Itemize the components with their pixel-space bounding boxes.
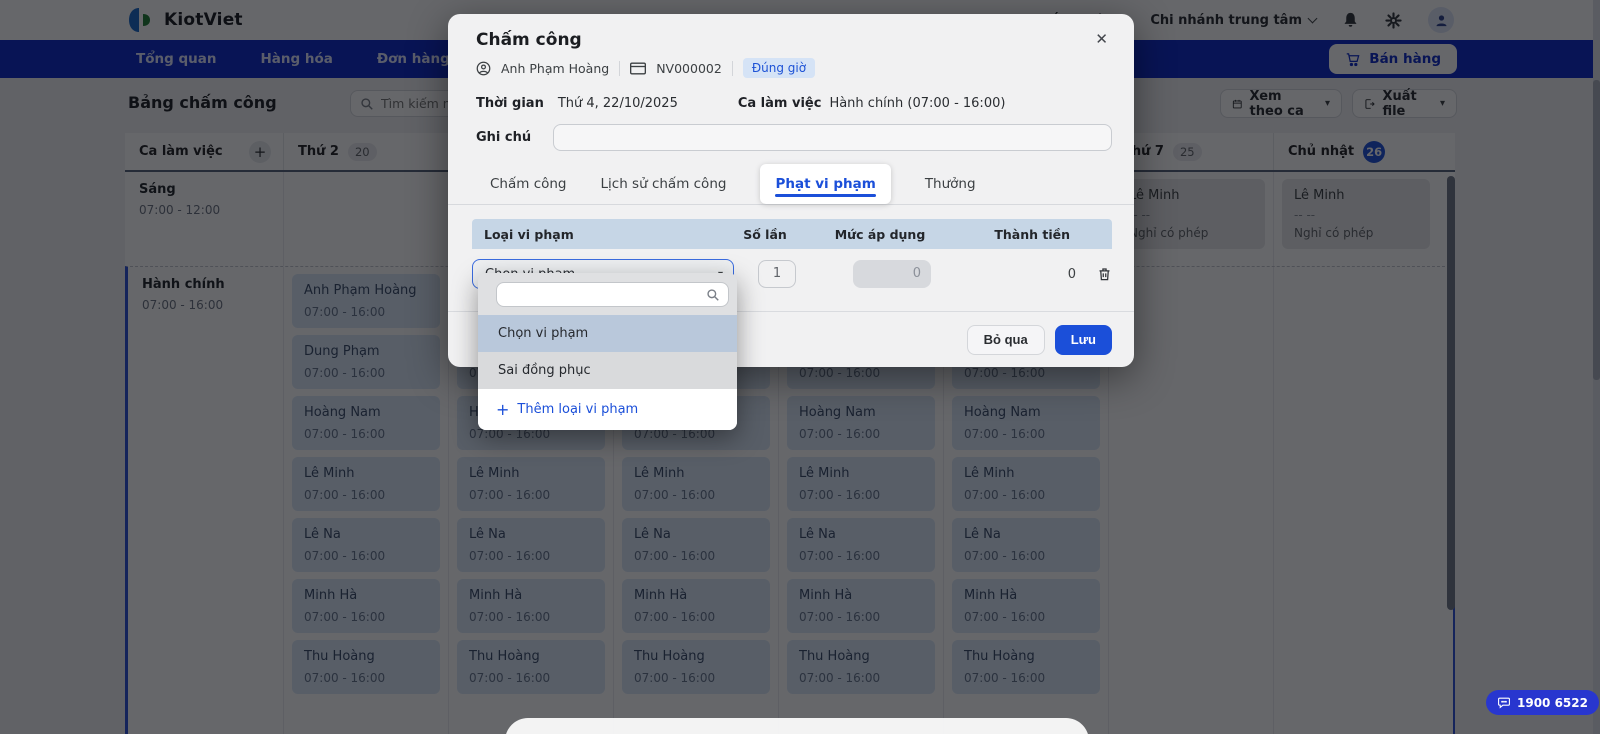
employee-name: Anh Phạm Hoàng [501, 60, 610, 76]
shift-label: Ca làm việc [737, 96, 822, 111]
violation-table-header: Loại vi phạm Số lần Mức áp dụng Thành ti… [472, 219, 1112, 249]
tab-4[interactable]: Thưởng [925, 176, 976, 192]
app-screen: KiotViet Tiếng Việt Chi nhánh trung tâm [0, 0, 1600, 734]
dropdown-search[interactable] [496, 282, 729, 307]
time-value: Thứ 4, 22/10/2025 [557, 96, 678, 111]
violation-total-value: 0 [1067, 266, 1076, 282]
support-phone-number: 1900 6522 [1517, 695, 1588, 710]
dropdown-option[interactable]: Sai đồng phục [478, 352, 737, 389]
shift-value: Hành chính (07:00 - 16:00) [829, 96, 1006, 111]
violation-rate-input[interactable]: 0 [853, 260, 931, 288]
tab-2[interactable]: Lịch sử chấm công [601, 176, 727, 192]
id-card-icon [630, 62, 647, 74]
add-violation-type-option[interactable]: + Thêm loại vi phạm [478, 389, 737, 430]
col-rate: Mức áp dụng [834, 226, 926, 242]
person-circle-icon [476, 61, 491, 75]
save-button[interactable]: Lưu [1054, 324, 1112, 355]
dropdown-option[interactable]: Chọn vi phạm [478, 315, 737, 352]
status-legend: Đúng giờĐi muộn / Về sớmChấm công thiếuC… [505, 718, 1089, 734]
dropdown-search-input[interactable] [505, 287, 706, 302]
divider [731, 60, 733, 76]
col-total: Thành tiền [994, 226, 1070, 242]
cancel-button[interactable]: Bỏ qua [966, 324, 1045, 355]
col-violation-type: Loại vi phạm [484, 226, 574, 242]
delete-row-button[interactable] [1082, 266, 1112, 282]
modal-tabs: Chấm công Lịch sử chấm công Phạt vi phạm Th… [448, 163, 1134, 205]
violation-dropdown-panel: Chọn vi phạm Sai đồng phục + Thêm loại vi… [478, 273, 737, 430]
chat-icon [1498, 697, 1510, 709]
status-badge: Đúng giờ [742, 58, 816, 78]
note-input[interactable] [553, 124, 1112, 151]
support-phone-badge[interactable]: 1900 6522 [1486, 690, 1599, 715]
modal-title: Chấm công [476, 30, 582, 50]
divider [619, 60, 621, 76]
tab-3[interactable]: Phạt vi phạm [760, 163, 891, 204]
search-icon [707, 288, 719, 301]
close-icon[interactable]: ✕ [1091, 30, 1112, 49]
employee-code: NV000002 [656, 60, 722, 76]
violation-count-input[interactable]: 1 [758, 260, 796, 288]
tab-1[interactable]: Chấm công [490, 176, 567, 192]
time-label: Thời gian [476, 96, 544, 111]
col-count: Số lần [743, 226, 787, 242]
trash-icon [1099, 268, 1110, 281]
note-label: Ghi chú [476, 130, 532, 145]
plus-icon: + [496, 399, 510, 419]
